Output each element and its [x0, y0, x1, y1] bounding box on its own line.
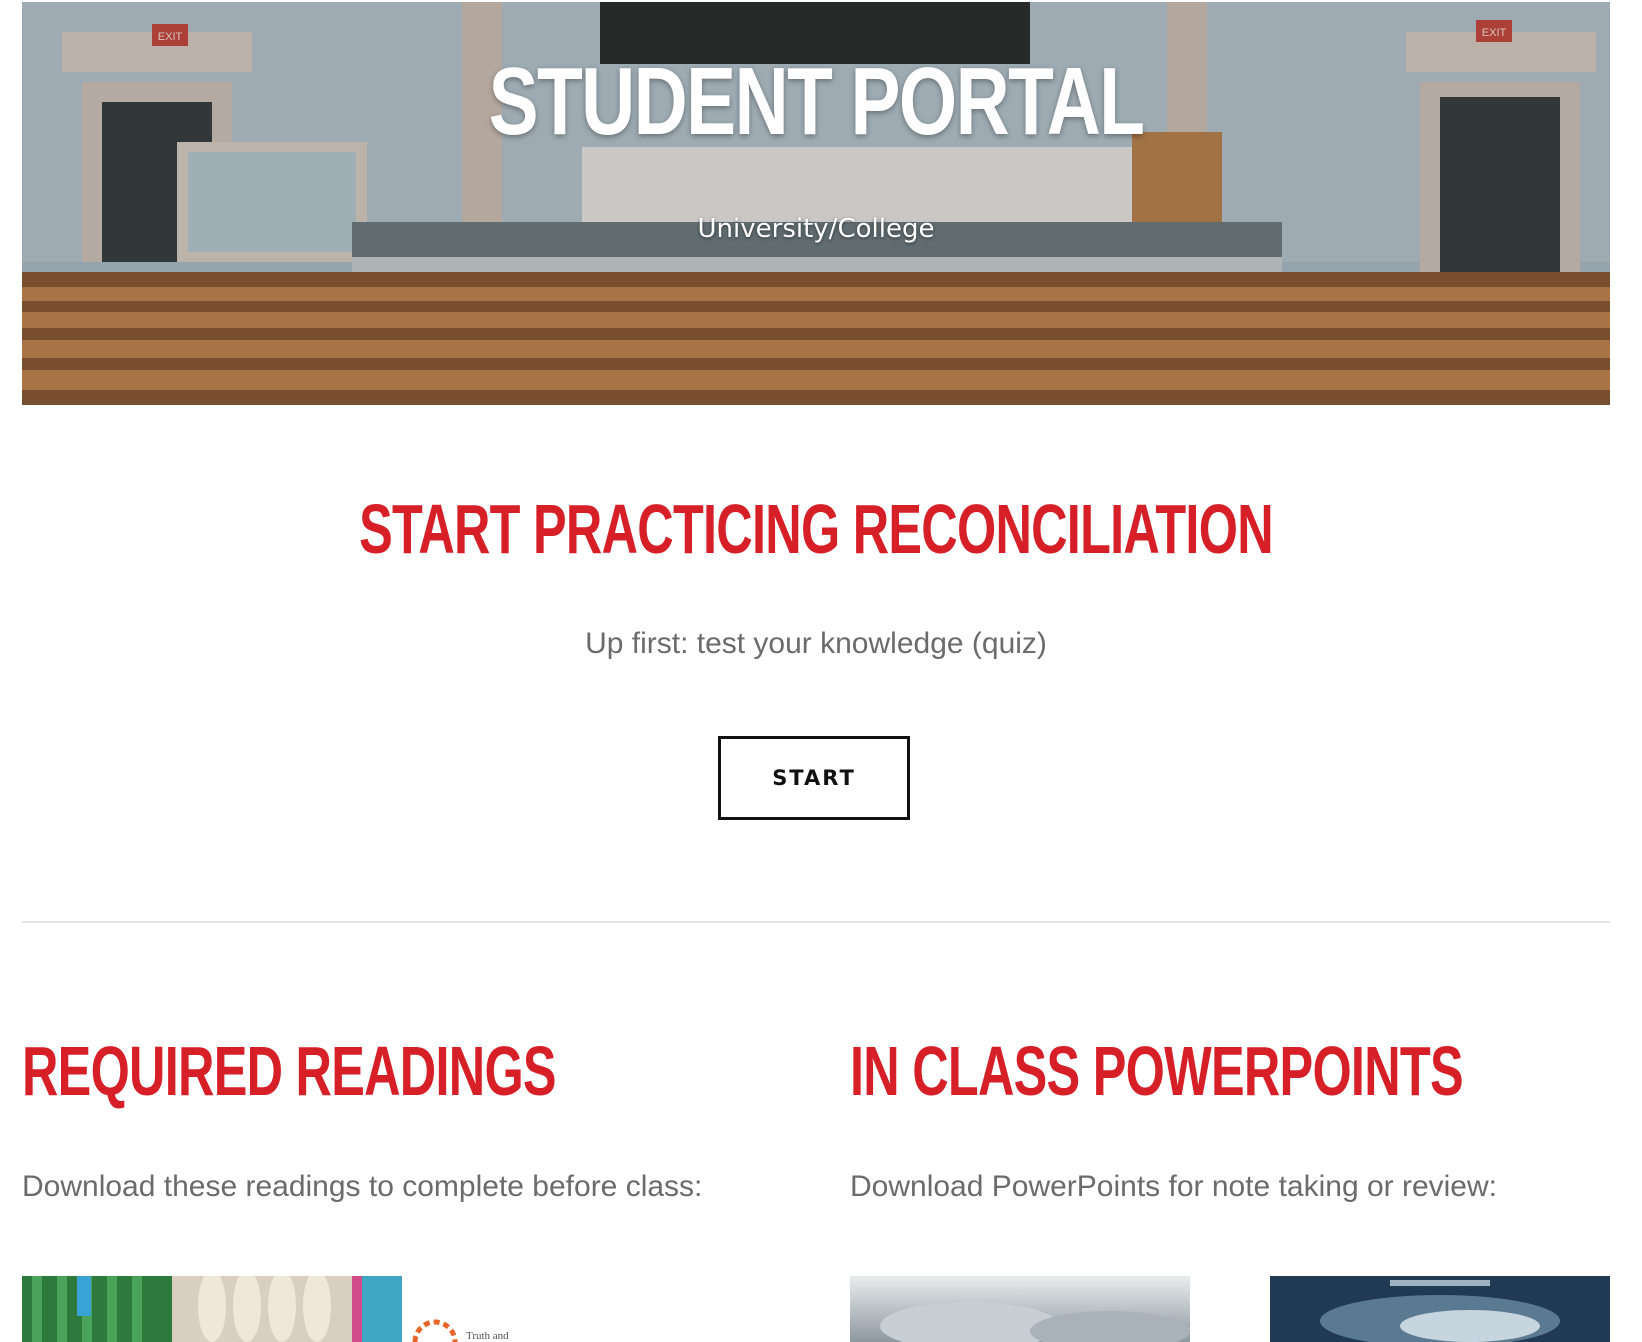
page-subtitle: University/College: [697, 214, 935, 244]
page: EXIT EXIT STUDENT PORTAL University/Coll…: [0, 0, 1642, 1342]
readings-description: Download these readings to complete befo…: [22, 1170, 703, 1203]
page-title: STUDENT PORTAL: [488, 48, 1145, 155]
powerpoints-description: Download PowerPoints for note taking or …: [850, 1170, 1497, 1203]
section-divider: [22, 921, 1610, 923]
hero-banner: EXIT EXIT STUDENT PORTAL University/Coll…: [22, 2, 1610, 405]
cta-description: Up first: test your knowledge (quiz): [585, 627, 1047, 660]
cta-heading: START PRACTICING RECONCILIATION: [359, 490, 1274, 568]
powerpoints-heading: IN CLASS POWERPOINTS: [850, 1032, 1464, 1110]
reading-thumbnail-1[interactable]: [22, 1276, 402, 1342]
readings-heading: REQUIRED READINGS: [22, 1032, 557, 1110]
powerpoint-thumbnail-2[interactable]: [1270, 1276, 1610, 1342]
powerpoint-thumbnail-1[interactable]: [850, 1276, 1190, 1342]
reading-thumbnail-2-caption: Truth and: [466, 1330, 509, 1342]
start-quiz-button[interactable]: START: [718, 736, 910, 820]
